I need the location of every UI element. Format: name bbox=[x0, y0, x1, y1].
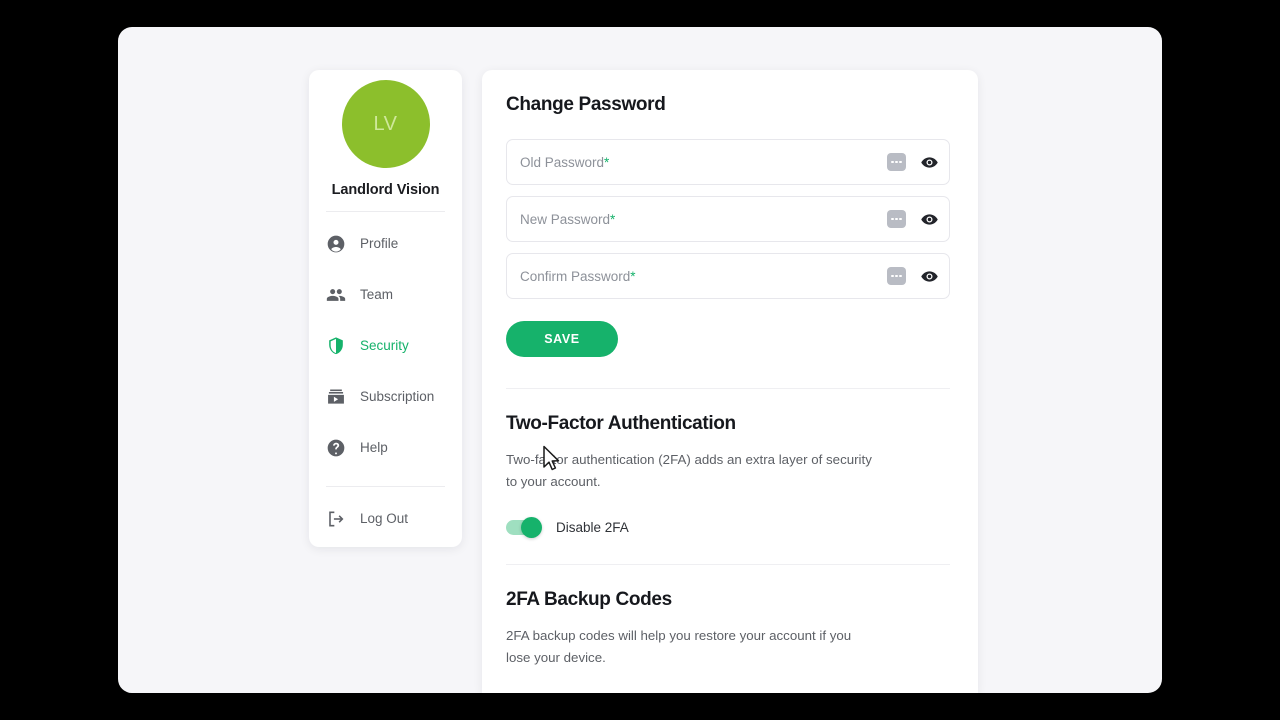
confirm-password-placeholder: Confirm Password* bbox=[520, 268, 636, 284]
app-window: LV Landlord Vision Profile Team Security… bbox=[118, 27, 1162, 693]
confirm-password-actions bbox=[887, 254, 939, 298]
two-factor-toggle-label: Disable 2FA bbox=[556, 520, 629, 535]
backup-codes-description: 2FA backup codes will help you restore y… bbox=[506, 628, 852, 665]
old-password-field[interactable]: Old Password* bbox=[506, 139, 950, 185]
sidebar-item-label: Security bbox=[360, 338, 409, 353]
old-password-actions bbox=[887, 140, 939, 184]
sidebar-item-label: Team bbox=[360, 287, 394, 302]
show-password-eye-icon[interactable] bbox=[920, 210, 939, 229]
sidebar-item-label: Subscription bbox=[360, 389, 435, 404]
two-factor-toggle[interactable] bbox=[506, 517, 542, 538]
two-factor-title: Two-Factor Authentication bbox=[506, 413, 736, 434]
avatar-initials: LV bbox=[373, 112, 398, 135]
shield-icon bbox=[326, 336, 346, 356]
help-circle-icon bbox=[326, 438, 346, 458]
sidebar-item-subscription[interactable]: Subscription bbox=[309, 371, 462, 422]
sidebar-item-profile[interactable]: Profile bbox=[309, 218, 462, 269]
two-factor-toggle-row: Disable 2FA bbox=[506, 517, 950, 538]
subscriptions-icon bbox=[326, 387, 346, 407]
sidebar-item-label: Profile bbox=[360, 236, 399, 251]
two-factor-section: Two-Factor Authentication Two-factor aut… bbox=[506, 389, 950, 538]
sidebar-divider-bottom bbox=[326, 486, 445, 487]
people-icon bbox=[326, 285, 346, 305]
sidebar-item-security[interactable]: Security bbox=[309, 320, 462, 371]
sidebar-nav: Profile Team Security Subscription Help … bbox=[309, 212, 462, 544]
page-title: Change Password bbox=[506, 94, 666, 115]
password-fields: Old Password* New Password* Confirm Pass… bbox=[506, 139, 950, 299]
new-password-field[interactable]: New Password* bbox=[506, 196, 950, 242]
toggle-knob bbox=[521, 517, 542, 538]
show-password-eye-icon[interactable] bbox=[920, 153, 939, 172]
logout-icon bbox=[326, 509, 346, 529]
show-password-eye-icon[interactable] bbox=[920, 267, 939, 286]
security-settings-panel: Change Password Old Password* New Passwo… bbox=[482, 70, 978, 693]
old-password-placeholder: Old Password* bbox=[520, 154, 610, 170]
change-password-section: Change Password Old Password* New Passwo… bbox=[506, 94, 950, 357]
org-name: Landlord Vision bbox=[331, 182, 440, 198]
password-manager-icon[interactable] bbox=[887, 153, 906, 171]
sidebar-item-label: Log Out bbox=[360, 511, 409, 526]
password-manager-icon[interactable] bbox=[887, 210, 906, 228]
backup-codes-title: 2FA Backup Codes bbox=[506, 589, 672, 610]
backup-codes-section: 2FA Backup Codes 2FA backup codes will h… bbox=[506, 565, 950, 669]
org-identity: LV Landlord Vision bbox=[309, 70, 462, 198]
two-factor-description: Two-factor authentication (2FA) adds an … bbox=[506, 452, 872, 489]
save-button[interactable]: SAVE bbox=[506, 321, 618, 357]
account-circle-icon bbox=[326, 234, 346, 254]
sidebar-item-team[interactable]: Team bbox=[309, 269, 462, 320]
new-password-placeholder: New Password* bbox=[520, 211, 616, 227]
sidebar-item-help[interactable]: Help bbox=[309, 422, 462, 473]
password-manager-icon[interactable] bbox=[887, 267, 906, 285]
avatar: LV bbox=[341, 80, 430, 168]
sidebar-item-logout[interactable]: Log Out bbox=[309, 493, 462, 544]
confirm-password-field[interactable]: Confirm Password* bbox=[506, 253, 950, 299]
new-password-actions bbox=[887, 197, 939, 241]
sidebar-item-label: Help bbox=[360, 440, 388, 455]
account-sidebar: LV Landlord Vision Profile Team Security… bbox=[309, 70, 462, 547]
